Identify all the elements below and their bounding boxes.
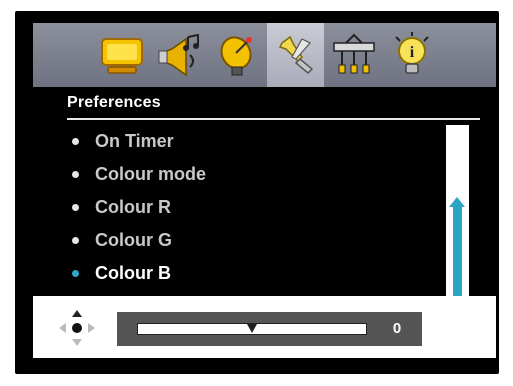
menu-item-label: Colour B xyxy=(95,263,171,283)
scroll-thumb[interactable] xyxy=(453,207,462,297)
adjustment-panel: 0 xyxy=(33,296,496,358)
menu-item-label: Colour mode xyxy=(95,164,206,184)
bullet-icon xyxy=(72,171,79,178)
bullet-icon xyxy=(72,237,79,244)
menu-item-label: Colour G xyxy=(95,230,172,250)
category-toolbar: i xyxy=(33,23,496,87)
bullet-icon xyxy=(72,270,79,277)
tab-connections[interactable] xyxy=(325,23,382,87)
speaker-music-icon xyxy=(158,33,199,77)
monitor-icon xyxy=(100,38,143,74)
tab-picture[interactable] xyxy=(93,23,150,87)
slider-marker-icon[interactable] xyxy=(247,324,257,333)
satellite-dish-icon xyxy=(219,36,252,76)
menu-item-colour-mode[interactable]: Colour mode xyxy=(67,158,447,191)
tab-information[interactable]: i xyxy=(383,23,440,87)
slider-track[interactable] xyxy=(137,323,367,335)
bullet-icon xyxy=(72,138,79,145)
bullet-icon xyxy=(72,204,79,211)
slider-value: 0 xyxy=(392,320,402,337)
osd-menu-window: i Preferences On Timer Colour mode Colou… xyxy=(15,11,499,374)
scroll-up-arrow-icon[interactable] xyxy=(449,197,465,207)
title-divider xyxy=(67,118,480,120)
menu-scrollbar[interactable] xyxy=(446,125,469,299)
tools-icon xyxy=(278,35,313,75)
menu-item-colour-r[interactable]: Colour R xyxy=(67,191,447,224)
direction-pad-icon xyxy=(59,310,95,346)
menu-list: On Timer Colour mode Colour R Colour G C… xyxy=(67,125,447,290)
tab-source[interactable] xyxy=(209,23,266,87)
tab-audio[interactable] xyxy=(151,23,208,87)
menu-item-label: On Timer xyxy=(95,131,174,151)
menu-item-label: Colour R xyxy=(95,197,171,217)
menu-item-colour-b[interactable]: Colour B xyxy=(67,257,447,290)
menu-item-colour-g[interactable]: Colour G xyxy=(67,224,447,257)
tab-preferences[interactable] xyxy=(267,23,324,87)
value-slider[interactable]: 0 xyxy=(117,312,422,346)
menu-title: Preferences xyxy=(67,94,161,111)
info-bulb-icon: i xyxy=(394,32,429,74)
connector-icon xyxy=(332,33,375,74)
svg-text:i: i xyxy=(409,44,414,61)
menu-item-on-timer[interactable]: On Timer xyxy=(67,125,447,158)
